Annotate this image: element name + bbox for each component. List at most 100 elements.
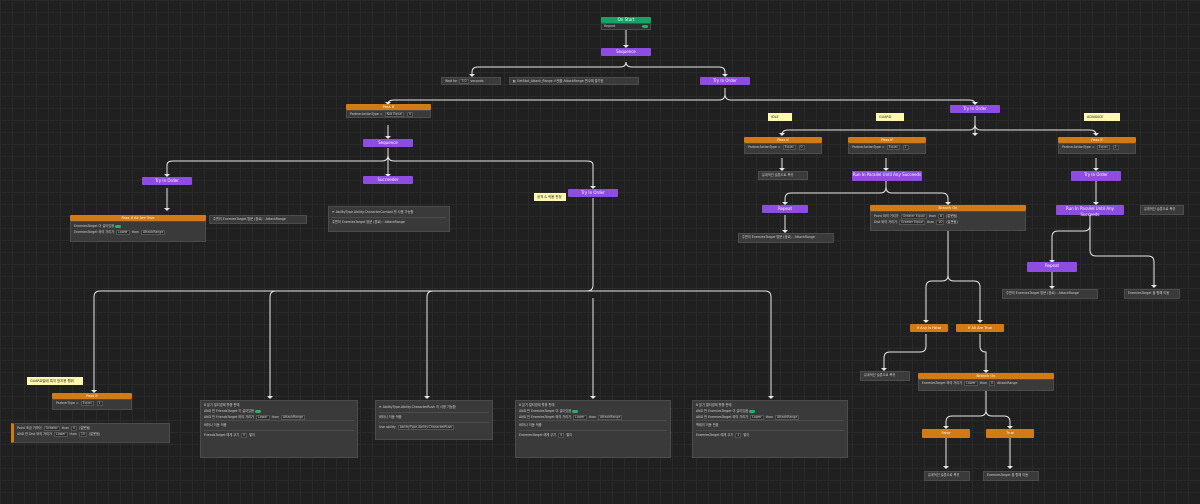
run-parallel-advance-node[interactable]: Run In Parallel Until Any Succeeds: [1056, 205, 1124, 217]
guard-action-node[interactable]: 주변의 EnemiesTarget 방문 (경로) : AttackRange: [738, 233, 834, 243]
bb2-s2-val[interactable]: AbilityType.Ability.CharacterRush: [397, 425, 455, 430]
bottom-box-2[interactable]: ⟳ AbilityType.Ability.CharacterRush 이 사용…: [375, 400, 493, 440]
note-mid: 공격 & 적용 판정: [534, 193, 566, 201]
bb4-var[interactable]: AttackRange: [775, 415, 800, 420]
bb4-s2-val[interactable]: 1: [735, 433, 742, 438]
succeeder-node[interactable]: Succeeder: [363, 176, 413, 184]
bb3-toggle[interactable]: [572, 409, 579, 413]
bottom-left-node[interactable]: Point 조금 가까이 Greater than 0 (잘못됨) AND 만 …: [11, 423, 170, 443]
bb1-s2: FriendsTarget 에게 쿠기: [204, 433, 240, 437]
pass-if-guard-cond[interactable]: PartnerActionType = Equal 1: [848, 143, 926, 154]
return-action-node[interactable]: 유계적인 슬롯으로 복귀: [860, 371, 910, 381]
repeat-toggle[interactable]: [642, 25, 648, 28]
bl-row2-end: (잘못됨): [88, 432, 101, 436]
try-in-order-top-node[interactable]: Try In Order: [700, 77, 750, 85]
pass-if-idle-cond[interactable]: PartnerActionType = Equal 0: [744, 143, 822, 154]
bb3-s1: 바하나 이동 적중: [519, 420, 667, 430]
bb4-toggle[interactable]: [749, 409, 756, 413]
pass-all-than: than: [131, 230, 139, 234]
pass-if-bottom-cond[interactable]: PartnerType = Equal 1: [52, 399, 132, 410]
branch-row2: Dist: [874, 220, 881, 224]
wait-node[interactable]: Wait for 3.0 seconds: [441, 77, 501, 85]
bb1-toggle[interactable]: [255, 409, 262, 413]
pass-idle-val[interactable]: 0: [798, 145, 805, 150]
branch-row2-val[interactable]: 10: [936, 220, 945, 225]
repeat-guard-node[interactable]: Repeat: [762, 205, 808, 213]
bb1-op[interactable]: Lower: [256, 415, 270, 420]
try-in-order-advance-node[interactable]: Try In Order: [1071, 171, 1121, 181]
advance-action-1[interactable]: 주변의 EnemiesTarget 방문 (경로) : AttackRange: [1002, 289, 1098, 299]
root-repeat-field[interactable]: Repeat: [601, 23, 651, 30]
branch-on-2-body[interactable]: EnemiesTarget 와의 거리가 Lower than 0 Attack…: [918, 379, 1054, 391]
bl-row2-mid: Dist: [28, 432, 36, 436]
sequence-left-node[interactable]: Sequence: [363, 139, 413, 147]
true-node[interactable]: True: [986, 429, 1034, 438]
pass-if-all-true-body[interactable]: EnemiesTarget 이 살아있음 EnemiesTarget 와의 거리…: [70, 221, 206, 242]
pass-all-var[interactable]: AttackRange: [141, 230, 166, 235]
bb1-r1: AND 만 FriendsTarget 이 살아있음: [204, 409, 254, 413]
branch-row2-op[interactable]: Greater Equal: [898, 220, 926, 225]
pass-bottom-val[interactable]: 1: [96, 401, 103, 406]
pass-idle-op[interactable]: Equal: [782, 145, 796, 150]
bottom-box-3[interactable]: 8 분기 멀티경제 활용 판매 AND 만 EnemiesTarget 이 살아…: [515, 400, 671, 458]
bb3-var[interactable]: AttackRange: [598, 415, 623, 420]
repeat-advance-node[interactable]: Repeat: [1027, 262, 1077, 272]
bb4-op[interactable]: Lower: [750, 415, 764, 420]
branch2-var: AttackRange: [997, 381, 1018, 385]
bl-row1: Point: [17, 426, 25, 430]
bb3-s2-val[interactable]: 0: [558, 433, 565, 438]
try-in-order-right-node[interactable]: Try In Order: [950, 105, 1000, 113]
idle-action-node[interactable]: 유계적인 슬롯으로 복귀: [758, 171, 808, 180]
run-parallel-guard-node[interactable]: Run In Parallel Until Any Succeeds: [852, 171, 922, 181]
bb4-head: 8 분기: [696, 403, 705, 407]
left-plain-node[interactable]: 주변의 EnemiesTarget 방문 (경로) : AttackRange: [209, 215, 307, 224]
get-stat-node[interactable]: ◧ GetStat_Attack_Range 스탯을 AttackRange 변…: [509, 77, 639, 85]
pass-all-op[interactable]: Lower: [116, 230, 130, 235]
bb1-var[interactable]: AttackRange: [280, 415, 306, 420]
pass-guard-op[interactable]: Equal: [886, 145, 900, 150]
bb1-head2: 멀티경제 활용 판매: [213, 403, 240, 407]
false-node[interactable]: False: [922, 429, 970, 438]
pass-if-advance-cond[interactable]: PartnerActionType = Equal 2: [1058, 143, 1136, 154]
branch2-op[interactable]: Lower: [964, 381, 978, 386]
note-left: GUARD일때 특지 방지용 행위: [27, 377, 83, 385]
pass-if-left-cond[interactable]: PartnerActionType = Not Equal 0: [346, 110, 431, 118]
bb3-op[interactable]: Lower: [573, 415, 587, 420]
bb4-r1: AND 만 EnemiesTarget 이 살아있음: [696, 409, 749, 413]
bb4-head2: 멀티경제 활용 판매: [705, 403, 732, 407]
bl-row2-op[interactable]: Lower: [53, 432, 68, 437]
bottom-box-1[interactable]: 8 분기 멀티경제 활용 판매 AND 만 FriendsTarget 이 살아…: [200, 400, 358, 458]
bl-row1-mid: 조금 가까이: [25, 426, 42, 430]
ability-check-node[interactable]: ⟳ AbilityType.Ability.CharacterCombat 를 …: [328, 206, 450, 232]
pass-all-row1: EnemiesTarget 이 살아있음: [74, 224, 115, 228]
branch2-row: EnemiesTarget: [922, 381, 946, 385]
wait-value-field[interactable]: 3.0: [459, 79, 469, 84]
advance-action-2[interactable]: EnemiesTarget 을 향해 이동: [1124, 289, 1180, 299]
bl-row2: AND 만: [17, 432, 28, 436]
label-advance: ADVANCE: [1084, 113, 1120, 121]
true-action-node[interactable]: EnemiesTarget 을 향해 이동: [983, 471, 1039, 481]
false-action-node[interactable]: 유계적인 슬롯으로 복귀: [924, 471, 970, 481]
ability-tail: 를 사용 가능함: [393, 210, 414, 214]
bottom-box-4[interactable]: 8 분기 멀티경제 활용 판매 AND 만 EnemiesTarget 이 살아…: [692, 400, 848, 458]
sequence-main-node[interactable]: Sequence: [601, 48, 651, 56]
pass-adv-op[interactable]: Equal: [1096, 145, 1110, 150]
pass-if-left-val[interactable]: 0: [407, 112, 414, 117]
branch2-val[interactable]: 0: [989, 381, 996, 386]
pass-bottom-op[interactable]: Equal: [80, 401, 94, 406]
try-in-order-mid-node[interactable]: Try In Order: [568, 189, 618, 197]
bl-row2-val[interactable]: 10: [78, 432, 87, 437]
branch-on-body[interactable]: Point 와의 거리가 Greater Equal than 8 (잘못됨) …: [870, 211, 1026, 231]
if-any-false-node[interactable]: If Any Is False: [910, 324, 948, 332]
bb4-s1: 백제의 이동 반환: [696, 420, 844, 430]
pass-if-left-op[interactable]: Not Equal: [384, 112, 405, 117]
try-in-order-left-node[interactable]: Try In Order: [142, 177, 192, 185]
if-all-true-node[interactable]: If All Are True: [956, 324, 1004, 332]
advance-side-node[interactable]: 유계적인 슬롯으로 복귀: [1140, 205, 1184, 215]
bb1-s2-val[interactable]: 0: [241, 433, 248, 438]
pass-guard-val[interactable]: 1: [902, 145, 909, 150]
alive-toggle[interactable]: [115, 224, 122, 228]
pass-adv-val[interactable]: 2: [1112, 145, 1119, 150]
behavior-tree-canvas[interactable]: On Start Repeat Sequence Wait for 3.0 se…: [0, 0, 1200, 504]
wait-label: Wait for: [445, 79, 458, 83]
